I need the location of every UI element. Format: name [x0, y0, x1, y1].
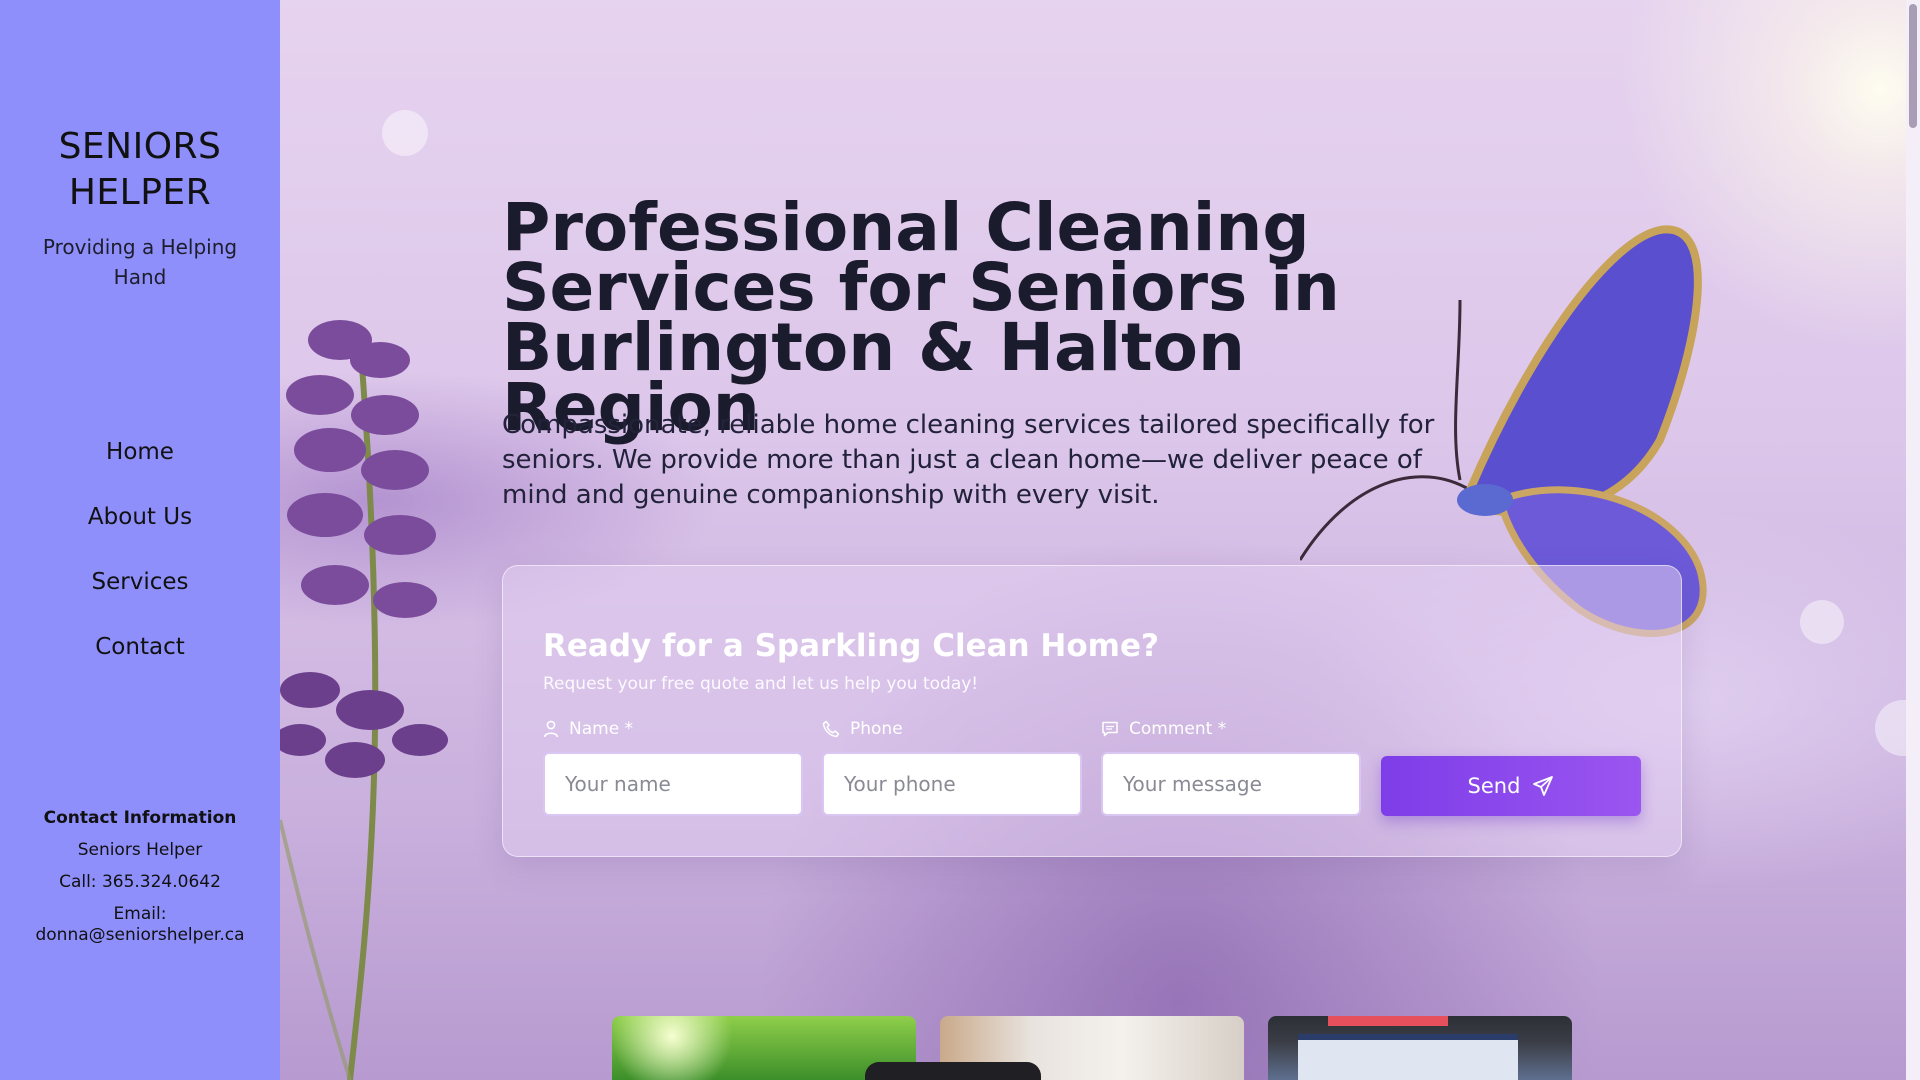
nav-item-contact[interactable]: Contact [0, 625, 280, 690]
bokeh-light [382, 110, 428, 156]
comment-input[interactable] [1101, 752, 1361, 816]
scrollbar[interactable] [1906, 0, 1920, 1080]
sidebar: SENIORS HELPER Providing a Helping Hand … [0, 0, 280, 1080]
comment-label: Comment * [1101, 718, 1361, 740]
contact-heading: Contact Information [43, 808, 237, 828]
hero-description: Compassionate, reliable home cleaning se… [502, 410, 1435, 510]
lavender-flower-image [280, 320, 448, 1080]
bokeh-light [1800, 600, 1844, 644]
floating-toolbar[interactable] [865, 1062, 1041, 1080]
sticky-note [1328, 1016, 1448, 1026]
hero-section: Professional Cleaning Services for Senio… [280, 0, 1920, 1080]
nav-item-home[interactable]: Home [0, 430, 280, 495]
hero-title: Professional Cleaning Services for Senio… [502, 189, 1340, 446]
send-icon [1533, 776, 1554, 796]
comment-icon [1102, 721, 1118, 737]
contact-info: Contact Information Seniors Helper Call:… [0, 808, 280, 946]
user-icon [543, 720, 559, 738]
phone-label: Phone [822, 718, 1082, 740]
brand-tagline: Providing a Helping Hand [42, 235, 238, 289]
contact-company: Seniors Helper [77, 840, 203, 860]
quote-subtitle: Request your free quote and let us help … [543, 674, 979, 694]
send-button[interactable]: Send [1381, 756, 1641, 816]
contact-phone[interactable]: Call: 365.324.0642 [0, 872, 280, 892]
send-button-label: Send [1467, 774, 1521, 798]
phone-input[interactable] [822, 752, 1082, 816]
quote-form: Ready for a Sparkling Clean Home? Reques… [502, 565, 1682, 857]
clipboard [1298, 1034, 1518, 1080]
name-field: Name * [543, 718, 803, 816]
service-card-image[interactable] [1268, 1016, 1572, 1080]
main-nav: Home About Us Services Contact [0, 430, 280, 690]
nav-item-about-us[interactable]: About Us [0, 495, 280, 560]
quote-title: Ready for a Sparkling Clean Home? [543, 628, 1159, 664]
phone-icon [822, 720, 840, 738]
phone-field: Phone [822, 718, 1082, 816]
phone-label-text: Phone [850, 719, 903, 739]
name-input[interactable] [543, 752, 803, 816]
name-label-text: Name * [569, 719, 634, 739]
scrollbar-thumb[interactable] [1909, 4, 1917, 128]
comment-label-text: Comment * [1129, 719, 1227, 739]
nav-item-services[interactable]: Services [0, 560, 280, 625]
contact-email[interactable]: Email: donna@seniorshelper.ca [35, 904, 245, 946]
name-label: Name * [543, 718, 803, 740]
comment-field: Comment * [1101, 718, 1361, 816]
brand-name[interactable]: SENIORS HELPER [0, 124, 280, 216]
